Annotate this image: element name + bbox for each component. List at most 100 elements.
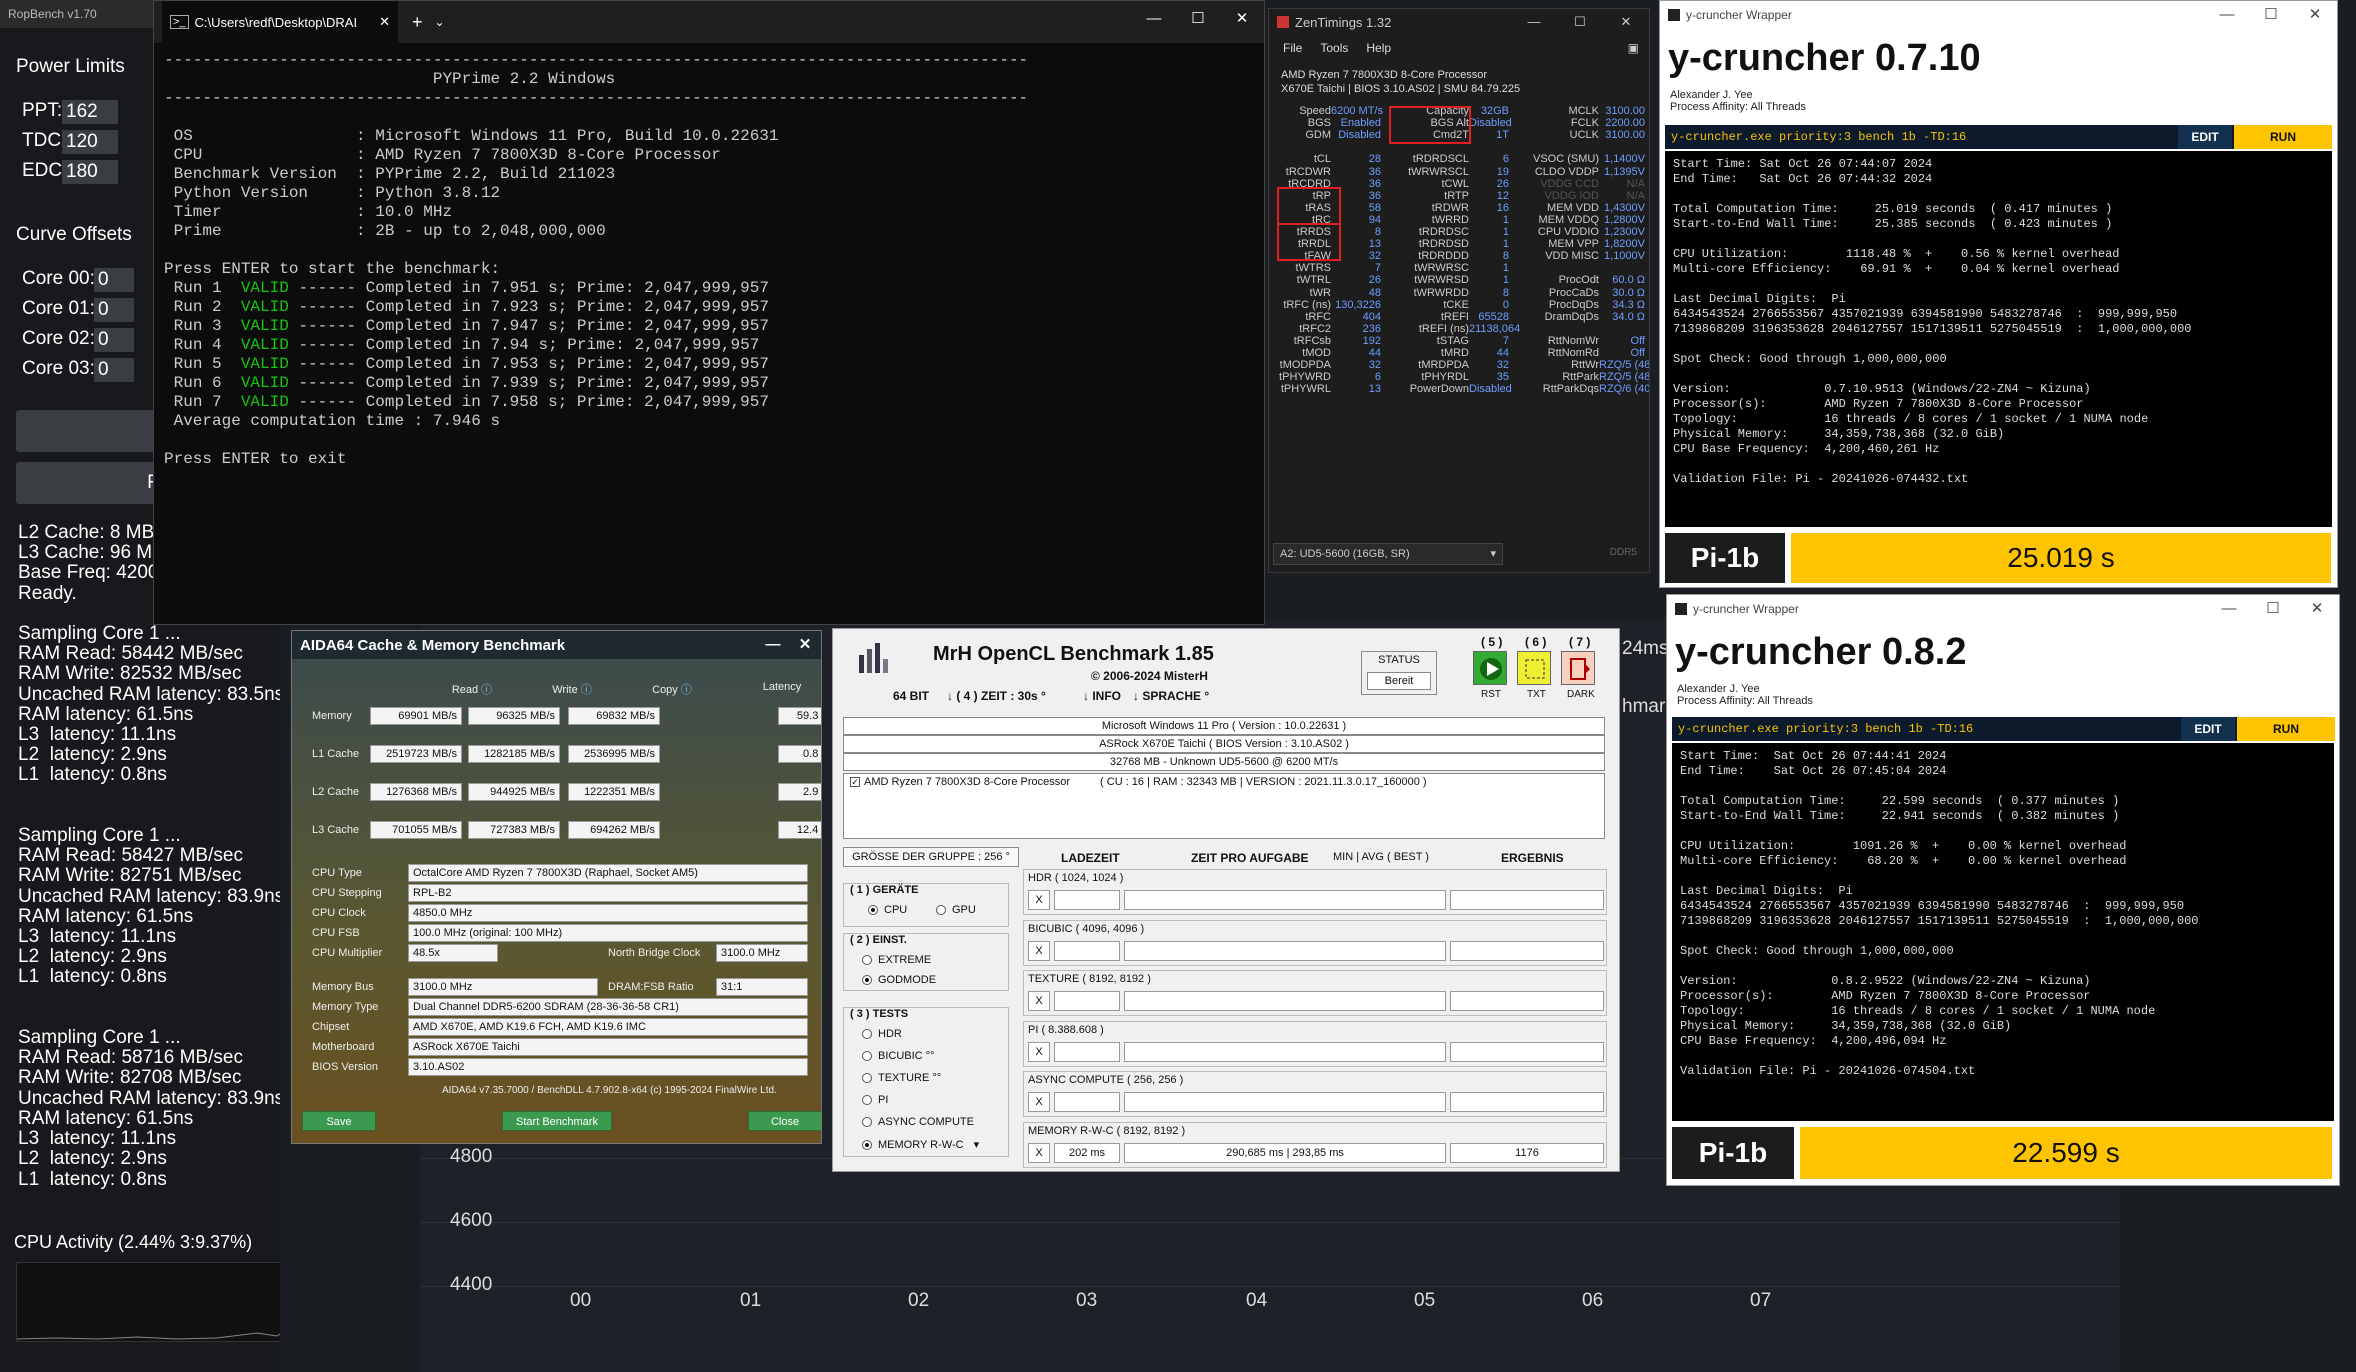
tdc-input[interactable]: 120 bbox=[62, 130, 118, 154]
maximize-icon[interactable]: ☐ bbox=[2251, 595, 2295, 623]
timing-value: 8 bbox=[1502, 250, 1509, 263]
minimize-icon[interactable]: — bbox=[2205, 1, 2249, 29]
timing-label: CPU VDDIO bbox=[1537, 226, 1599, 238]
info-icon[interactable]: ⓘ bbox=[681, 684, 692, 696]
core3-input[interactable]: 0 bbox=[94, 358, 134, 382]
test-lade bbox=[1054, 991, 1120, 1011]
maximize-icon[interactable]: ☐ bbox=[1176, 1, 1220, 43]
yc2-titlebar[interactable]: y-cruncher Wrapper — ☐ ✕ bbox=[1667, 595, 2339, 623]
core2-input[interactable]: 0 bbox=[94, 328, 134, 352]
yc1-edit-button[interactable]: EDIT bbox=[2178, 125, 2232, 149]
radio-gpu[interactable]: GPU bbox=[936, 904, 976, 916]
timing-value: 30.0 Ω bbox=[1612, 286, 1645, 299]
radio-async[interactable]: ASYNC COMPUTE bbox=[862, 1116, 974, 1128]
menu-file[interactable]: File bbox=[1283, 41, 1302, 55]
radio-texture[interactable]: TEXTURE °° bbox=[862, 1072, 941, 1084]
minimize-icon[interactable]: — bbox=[2207, 595, 2251, 623]
radio-memory[interactable]: MEMORY R-W-C ▾ bbox=[862, 1138, 979, 1151]
test-clear-button[interactable]: X bbox=[1028, 940, 1050, 961]
yc2-edit-button[interactable]: EDIT bbox=[2181, 717, 2235, 741]
timing-label: tWRWRSD bbox=[1414, 274, 1469, 287]
test-clear-button[interactable]: X bbox=[1028, 1092, 1050, 1112]
close-icon[interactable]: ✕ bbox=[2295, 595, 2339, 623]
camera-icon[interactable]: ▣ bbox=[1628, 41, 1639, 55]
yc2-result: 22.599 s bbox=[1800, 1127, 2332, 1179]
test-clear-button[interactable]: X bbox=[1028, 1142, 1050, 1163]
dark-icon[interactable] bbox=[1561, 651, 1595, 685]
test-clear-button[interactable]: X bbox=[1028, 1041, 1050, 1062]
yc2-run-button[interactable]: RUN bbox=[2237, 717, 2335, 741]
test-clear-button[interactable]: X bbox=[1028, 991, 1050, 1011]
cpu-type-value: OctalCore AMD Ryzen 7 7800X3D (Raphael, … bbox=[408, 864, 808, 882]
device-checkbox[interactable]: ✓ bbox=[850, 777, 860, 787]
timing-label: GDM bbox=[1305, 129, 1331, 142]
sprache-menu[interactable]: ↓ SPRACHE ° bbox=[1133, 689, 1209, 703]
aida-result-latency: 12.4 ns bbox=[778, 821, 821, 839]
zentimings-window: ZenTimings 1.32 — ☐ ✕ File Tools Help ▣ AM… bbox=[1268, 8, 1650, 573]
timing-label: RttNomRd bbox=[1547, 347, 1599, 359]
col-write: Write ⓘ bbox=[552, 684, 592, 696]
maximize-icon[interactable]: ☐ bbox=[1557, 9, 1603, 35]
ppt-input[interactable]: 162 bbox=[62, 100, 118, 124]
timing-value: 6200 MT/s bbox=[1331, 105, 1383, 117]
timing-label: tWRWRSC bbox=[1414, 262, 1469, 275]
close-tab-icon[interactable]: ✕ bbox=[379, 14, 390, 30]
timing-value: 32 bbox=[1368, 359, 1381, 372]
key-7: ( 7 ) bbox=[1569, 635, 1591, 649]
close-icon[interactable]: ✕ bbox=[1220, 1, 1264, 43]
run-line: Run 3 VALID ------ Completed in 7.947 s;… bbox=[173, 317, 769, 335]
close-icon[interactable]: ✕ bbox=[789, 631, 821, 659]
chevron-down-icon[interactable]: ⌄ bbox=[435, 15, 445, 29]
zen-titlebar[interactable]: ZenTimings 1.32 — ☐ ✕ bbox=[1269, 9, 1649, 35]
info-icon[interactable]: ⓘ bbox=[481, 684, 492, 696]
radio-hdr[interactable]: HDR bbox=[862, 1028, 902, 1040]
txt-icon[interactable] bbox=[1517, 651, 1551, 685]
ycruncher-window-2: y-cruncher Wrapper — ☐ ✕ y-cruncher 0.8.2 … bbox=[1666, 594, 2340, 1186]
close-icon[interactable]: ✕ bbox=[2293, 1, 2337, 29]
test-zeit bbox=[1124, 1092, 1446, 1112]
yc1-titlebar[interactable]: y-cruncher Wrapper — ☐ ✕ bbox=[1660, 1, 2337, 29]
new-tab-icon[interactable]: + bbox=[412, 12, 423, 33]
timing-value: 16 bbox=[1496, 201, 1509, 214]
group-devices-label: ( 1 ) GERÄTE bbox=[850, 884, 919, 896]
minimize-icon[interactable]: — bbox=[1132, 1, 1176, 43]
timing-value: Off bbox=[1630, 347, 1645, 359]
highlight-box bbox=[1277, 187, 1341, 225]
timing-label: CLDO VDDP bbox=[1534, 165, 1599, 178]
aida-result-write: 727383 MB/s bbox=[468, 821, 560, 839]
col-read: Read ⓘ bbox=[451, 684, 493, 696]
test-clear-button[interactable]: X bbox=[1028, 890, 1050, 910]
profile-select[interactable]: A2: UD5-5600 (16GB, SR) ▾ bbox=[1273, 543, 1503, 565]
edc-input[interactable]: 180 bbox=[62, 160, 118, 184]
maximize-icon[interactable]: ☐ bbox=[2249, 1, 2293, 29]
menu-tools[interactable]: Tools bbox=[1320, 41, 1348, 55]
radio-extreme[interactable]: EXTREME bbox=[862, 954, 931, 966]
core1-input[interactable]: 0 bbox=[94, 298, 134, 322]
save-button[interactable]: Save bbox=[302, 1111, 376, 1131]
aida-titlebar[interactable]: AIDA64 Cache & Memory Benchmark — ✕ bbox=[292, 631, 821, 659]
radio-cpu[interactable]: CPU bbox=[868, 904, 907, 916]
zeit-menu[interactable]: ↓ ( 4 ) ZEIT : 30s ° bbox=[947, 689, 1046, 703]
start-benchmark-button[interactable]: Start Benchmark bbox=[502, 1111, 612, 1131]
info-menu[interactable]: ↓ INFO bbox=[1083, 689, 1121, 703]
timing-label: tPHYRDL bbox=[1421, 371, 1469, 384]
info-icon[interactable]: ⓘ bbox=[581, 684, 592, 696]
radio-godmode[interactable]: GODMODE bbox=[862, 974, 936, 986]
menu-help[interactable]: Help bbox=[1366, 41, 1391, 55]
yc1-run-button[interactable]: RUN bbox=[2234, 125, 2332, 149]
close-icon[interactable]: ✕ bbox=[1603, 9, 1649, 35]
close-button[interactable]: Close bbox=[748, 1111, 821, 1131]
group-size-button[interactable]: GRÖSSE DER GRUPPE : 256 ° bbox=[843, 847, 1019, 867]
aida-result-read: 701055 MB/s bbox=[370, 821, 462, 839]
minimize-icon[interactable]: — bbox=[1511, 9, 1557, 35]
timing-value: RZQ/5 (48) bbox=[1599, 359, 1650, 372]
terminal-titlebar[interactable]: >_ C:\Users\redf\Desktop\DRAI ✕ + ⌄ — ☐ ✕ bbox=[154, 1, 1264, 43]
rst-icon[interactable] bbox=[1473, 651, 1507, 685]
timing-value: N/A bbox=[1626, 177, 1645, 190]
radio-pi[interactable]: PI bbox=[862, 1094, 888, 1106]
terminal-tab[interactable]: >_ C:\Users\redf\Desktop\DRAI ✕ bbox=[162, 1, 398, 43]
core0-input[interactable]: 0 bbox=[94, 268, 134, 292]
radio-bicubic[interactable]: BICUBIC °° bbox=[862, 1050, 934, 1062]
minimize-icon[interactable]: — bbox=[757, 631, 789, 659]
ropbench-title: RopBench v1.70 bbox=[8, 7, 97, 21]
